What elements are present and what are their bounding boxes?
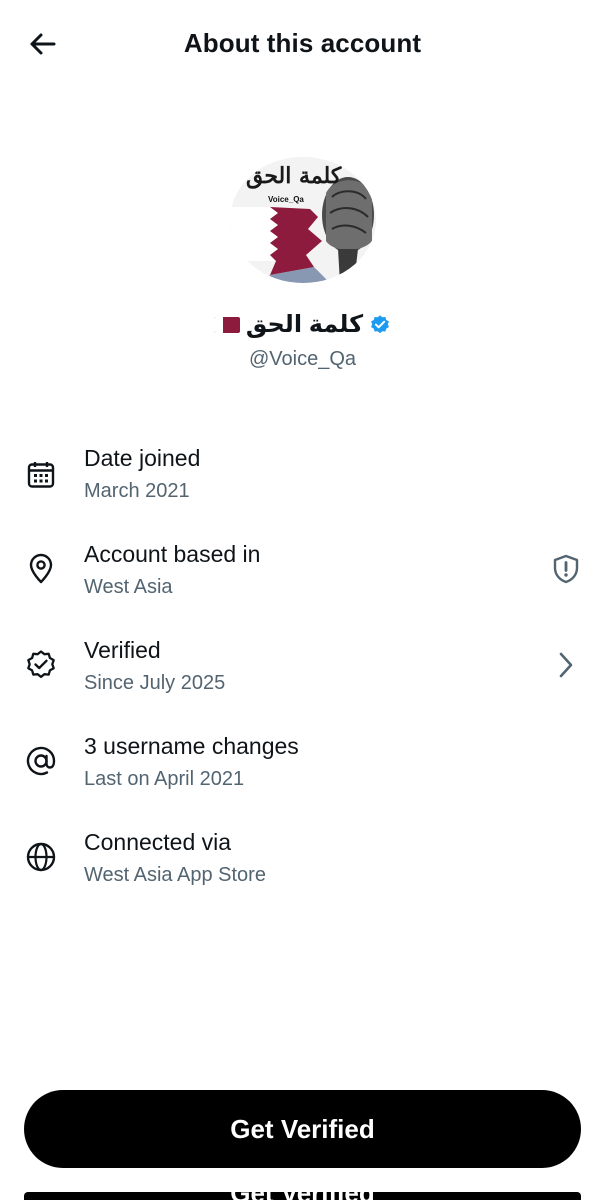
row-subtitle: West Asia <box>84 576 173 598</box>
row-subtitle: Last on April 2021 <box>84 768 245 790</box>
get-verified-button[interactable]: Get Verified <box>24 1090 581 1168</box>
row-account-based-in: Account based in West Asia <box>0 536 605 616</box>
row-subtitle: March 2021 <box>84 480 190 502</box>
row-date-joined: Date joined March 2021 <box>0 440 605 520</box>
row-subtitle: Since July 2025 <box>84 672 226 694</box>
avatar-caption: كلمة الحق <box>246 163 342 189</box>
chevron-right-icon[interactable] <box>549 648 583 682</box>
at-sign-icon <box>24 744 58 778</box>
handle: @Voice_Qa <box>248 348 357 370</box>
location-pin-icon <box>24 552 58 586</box>
shield-alert-icon[interactable] <box>549 552 583 586</box>
row-title: Connected via <box>84 829 232 855</box>
page-title: About this account <box>183 28 422 58</box>
row-subtitle: West Asia App Store <box>84 864 266 886</box>
row-title: Verified <box>84 637 161 663</box>
get-verified-button-shadow: Get Verified <box>24 1192 581 1200</box>
avatar[interactable]: كلمة الحق Voice_Qa <box>230 157 376 283</box>
row-connected-via: Connected via West Asia App Store <box>0 824 605 904</box>
qatar-flag-icon <box>213 316 240 333</box>
display-name-row: كلمة الحق <box>0 310 605 339</box>
verified-outline-icon <box>24 648 58 682</box>
row-verified[interactable]: Verified Since July 2025 <box>0 632 605 712</box>
row-title: 3 username changes <box>84 733 299 759</box>
about-account-screen: About this account كلمة الحق Voice_Qa كل… <box>0 0 605 1200</box>
avatar-small-text: Voice_Qa <box>268 195 304 204</box>
globe-icon <box>24 840 58 874</box>
calendar-icon <box>24 458 58 492</box>
verified-badge-icon <box>371 314 390 333</box>
display-name: كلمة الحق <box>245 311 364 338</box>
row-title: Date joined <box>84 445 201 471</box>
row-username-changes: 3 username changes Last on April 2021 <box>0 728 605 808</box>
get-verified-shadow-label: Get Verified <box>24 1192 581 1200</box>
header: About this account <box>0 0 605 88</box>
row-title: Account based in <box>84 541 261 567</box>
